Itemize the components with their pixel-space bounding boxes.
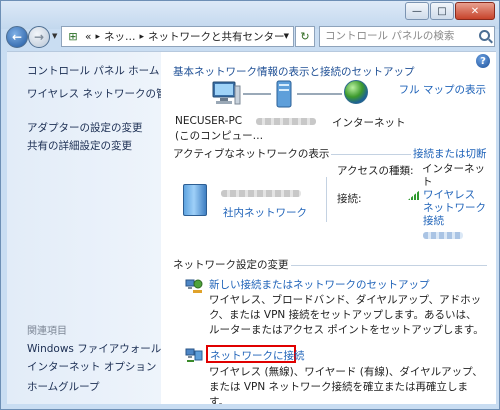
sidebar-item-home[interactable]: コントロール パネル ホーム xyxy=(27,63,159,78)
breadcrumb-network-center[interactable]: ネットワークと共有センター xyxy=(148,29,285,44)
network-icon[interactable] xyxy=(273,80,295,110)
window-buttons: — □ ✕ xyxy=(404,2,495,20)
internet-globe-icon[interactable] xyxy=(344,80,368,104)
computer-sub-label: (このコンピュー… xyxy=(175,130,264,142)
control-panel-window: — □ ✕ ← → ▼ ⊞ « ▸ ネッ… ▸ ネットワークと共有センター ▼ … xyxy=(0,0,500,410)
search-icon[interactable] xyxy=(479,30,490,41)
redacted-network-name xyxy=(221,190,301,197)
access-type-value: インターネット xyxy=(422,163,485,188)
search-input[interactable]: コントロール パネルの検索 xyxy=(319,26,495,47)
sidebar-item-homegroup[interactable]: ホームグループ xyxy=(27,379,100,394)
wireless-connection-link[interactable]: ワイヤレス ネットワーク 接続 xyxy=(423,189,489,228)
network-location-icon[interactable] xyxy=(183,184,207,216)
active-network-heading: アクティブなネットワークの表示 xyxy=(173,148,330,160)
breadcrumb-root[interactable]: « xyxy=(85,31,91,43)
full-map-link[interactable]: フル マップの表示 xyxy=(399,82,486,97)
sidebar-item-firewall[interactable]: Windows ファイアウォール xyxy=(27,341,161,356)
history-dropdown-icon[interactable]: ▼ xyxy=(52,32,57,40)
breadcrumb-network[interactable]: ネッ… xyxy=(104,29,136,44)
close-button[interactable]: ✕ xyxy=(455,2,495,20)
maximize-button[interactable]: □ xyxy=(430,2,454,20)
address-bar[interactable]: ⊞ « ▸ ネッ… ▸ ネットワークと共有センター ▼ xyxy=(61,26,294,47)
wireless-signal-icon xyxy=(408,190,420,200)
main-content: ? 基本ネットワーク情報の表示と接続のセットアップ フル マップの表示 NECU… xyxy=(161,51,496,404)
search-placeholder: コントロール パネルの検索 xyxy=(325,30,455,42)
related-heading: 関連項目 xyxy=(27,326,67,337)
divider xyxy=(326,177,327,222)
address-dropdown-icon[interactable]: ▼ xyxy=(284,32,289,40)
sidebar: コントロール パネル ホーム ワイヤレス ネットワークの管理 アダプターの設定の… xyxy=(7,51,177,404)
forward-arrow-icon[interactable]: → xyxy=(28,26,50,48)
help-icon[interactable]: ? xyxy=(476,54,490,68)
sidebar-item-sharing[interactable]: 共有の詳細設定の変更 xyxy=(27,138,132,153)
setup-new-connection-link[interactable]: 新しい接続またはネットワークのセットアップ xyxy=(209,277,430,292)
access-type-label: アクセスの種類: xyxy=(337,165,414,177)
connect-disconnect-link[interactable]: 接続または切断 xyxy=(413,146,487,161)
internet-label: インターネット xyxy=(332,117,406,129)
divider xyxy=(291,265,487,266)
computer-name: NECUSER-PC xyxy=(175,115,243,127)
navigation-bar: ← → ▼ ⊞ « ▸ ネッ… ▸ ネットワークと共有センター ▼ ↻ コントロ… xyxy=(1,23,499,51)
setup-new-connection-desc: ワイヤレス、ブロードバンド、ダイヤルアップ、アドホック、または VPN 接続をセ… xyxy=(209,294,484,336)
redacted-ssid xyxy=(423,232,463,239)
connection-label: 接続: xyxy=(337,193,362,205)
network-folder-icon: ⊞ xyxy=(68,29,78,43)
sidebar-item-wireless[interactable]: ワイヤレス ネットワークの管理 xyxy=(27,86,177,101)
connect-network-desc: ワイヤレス (無線)、ワイヤード (有線)、ダイヤルアップ、または VPN ネッ… xyxy=(209,366,483,404)
connect-network-icon[interactable] xyxy=(185,347,203,363)
redacted-network-name xyxy=(256,118,316,125)
back-arrow-icon[interactable]: ← xyxy=(6,26,28,48)
divider xyxy=(331,154,411,155)
breadcrumb-separator-icon[interactable]: ▸ xyxy=(139,32,144,42)
computer-icon[interactable] xyxy=(211,81,241,107)
sidebar-item-internet-options[interactable]: インターネット オプション xyxy=(27,359,156,374)
page-title: 基本ネットワーク情報の表示と接続のセットアップ xyxy=(173,66,415,78)
refresh-icon[interactable]: ↻ xyxy=(295,26,315,47)
connect-network-link[interactable]: ネットワークに接続 xyxy=(210,348,305,363)
map-connector xyxy=(297,93,342,95)
breadcrumb-separator-icon[interactable]: ▸ xyxy=(95,32,100,42)
sidebar-item-adapter[interactable]: アダプターの設定の変更 xyxy=(27,120,143,135)
network-type-link[interactable]: 社内ネットワーク xyxy=(223,205,307,220)
minimize-button[interactable]: — xyxy=(405,2,429,20)
network-settings-heading: ネットワーク設定の変更 xyxy=(173,259,289,271)
new-connection-icon[interactable] xyxy=(185,278,203,294)
map-connector xyxy=(243,93,271,95)
